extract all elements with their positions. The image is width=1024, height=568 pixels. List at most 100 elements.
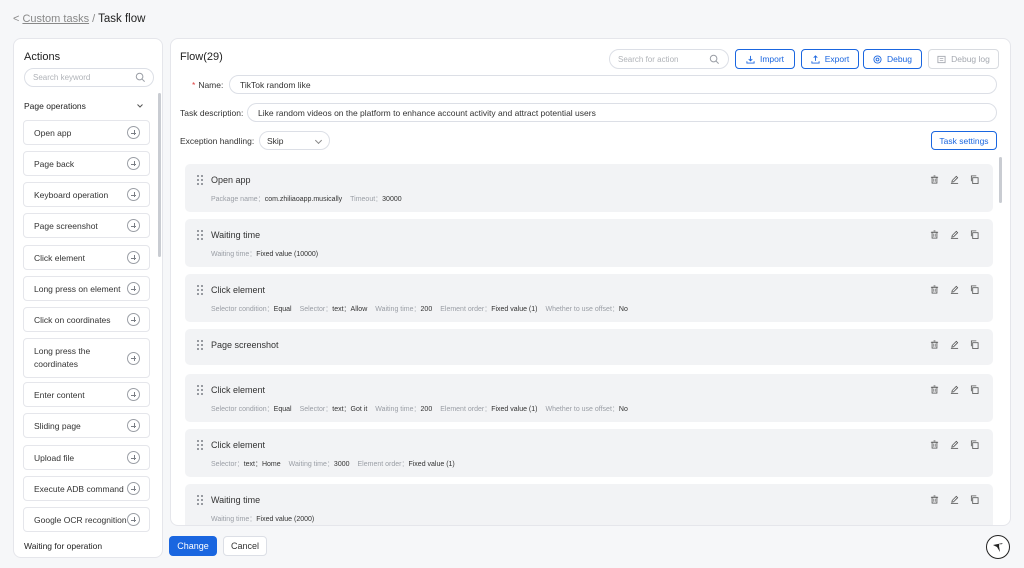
actions-scrollbar[interactable] [158,93,161,257]
add-circle-icon[interactable] [127,388,140,401]
drag-handle-icon[interactable] [197,385,203,396]
drag-handle-icon[interactable] [197,175,203,186]
step-operations [930,440,979,449]
exception-handling-select[interactable]: Skip [259,131,330,150]
delete-icon[interactable] [930,175,939,184]
delete-icon[interactable] [930,440,939,449]
change-button[interactable]: Change [169,536,217,556]
assistant-bird-icon [993,543,1003,552]
flow-step[interactable]: Click element Selector condition：Equal Sel… [185,374,993,422]
drag-handle-icon[interactable] [197,495,203,506]
delete-icon[interactable] [930,285,939,294]
action-item[interactable]: Long press the coordinates [23,338,150,378]
action-item[interactable]: Long press on element [23,276,150,301]
flow-scrollbar[interactable] [999,157,1002,203]
back-chevron-icon[interactable]: < [13,13,19,25]
flow-step[interactable]: Page screenshot [185,329,993,365]
chevron-down-icon [314,136,323,145]
action-item[interactable]: Click element [23,245,150,270]
copy-icon[interactable] [970,340,979,349]
edit-icon[interactable] [950,175,959,184]
add-circle-icon[interactable] [127,451,140,464]
group-page-operations[interactable]: Page operations [24,101,144,111]
step-operations [930,230,979,239]
required-marker: * [192,80,196,90]
param-value: com.zhiliaoapp.musically [264,196,343,203]
action-item[interactable]: Sliding page [23,413,150,438]
search-icon [135,72,145,82]
drag-handle-icon[interactable] [197,285,203,296]
exception-handling-value: Skip [267,136,284,146]
action-search-input[interactable]: Search keyword [24,68,154,87]
add-circle-icon[interactable] [127,419,140,432]
action-item[interactable]: Enter content [23,382,150,407]
add-circle-icon[interactable] [127,251,140,264]
drag-handle-icon[interactable] [197,440,203,451]
add-circle-icon[interactable] [127,482,140,495]
breadcrumb-custom-tasks[interactable]: Custom tasks [22,13,89,25]
name-input[interactable]: TikTok random like [229,75,997,94]
edit-icon[interactable] [950,340,959,349]
add-circle-icon[interactable] [127,219,140,232]
copy-icon[interactable] [970,285,979,294]
add-circle-icon[interactable] [127,188,140,201]
copy-icon[interactable] [970,495,979,504]
step-params: Selector condition：Equal Selector：text：Go… [211,406,628,413]
import-button[interactable]: Import [735,49,795,69]
action-item-label: Execute ADB command [34,483,124,494]
add-circle-icon[interactable] [127,351,140,365]
action-item[interactable]: Upload file [23,445,150,470]
step-params: Package name：com.zhiliaoapp.musically Tim… [211,196,402,203]
copy-icon[interactable] [970,385,979,394]
flow-step[interactable]: Waiting time Waiting time：Fixed value (10… [185,219,993,267]
task-settings-button[interactable]: Task settings [931,131,997,150]
add-circle-icon[interactable] [127,513,140,526]
flow-search-input[interactable]: Search for action [609,49,729,69]
add-circle-icon[interactable] [127,282,140,295]
copy-icon[interactable] [970,230,979,239]
action-item[interactable]: Click on coordinates [23,307,150,332]
edit-icon[interactable] [950,230,959,239]
param-key: Waiting time [375,406,414,413]
add-circle-icon[interactable] [127,313,140,326]
debug-button[interactable]: Debug [863,49,922,69]
step-params: Selector：text：Home Waiting time：3000 Eleme… [211,461,455,468]
group-waiting-for-operation[interactable]: Waiting for operation [24,541,102,551]
edit-icon[interactable] [950,495,959,504]
export-button[interactable]: Export [801,49,859,69]
delete-icon[interactable] [930,230,939,239]
breadcrumb: < Custom tasks / Task flow [13,13,145,25]
action-item-label: Open app [34,127,72,138]
action-item[interactable]: Execute ADB command [23,476,150,501]
flow-step[interactable]: Waiting time Waiting time：Fixed value (20… [185,484,993,525]
action-item[interactable]: Google OCR recognition [23,507,150,532]
cancel-button[interactable]: Cancel [223,536,267,556]
assistant-icon[interactable] [986,535,1010,559]
debug-label: Debug [886,54,913,64]
action-item[interactable]: Keyboard operation [23,182,150,207]
action-item[interactable]: Page back [23,151,150,176]
debug-log-button[interactable]: Debug log [928,49,999,69]
step-params: Waiting time：Fixed value (2000) [211,516,315,523]
add-circle-icon[interactable] [127,157,140,170]
param-key: Element order [440,406,485,413]
edit-icon[interactable] [950,385,959,394]
delete-icon[interactable] [930,340,939,349]
copy-icon[interactable] [970,175,979,184]
exception-handling-label: Exception handling: [180,136,255,146]
flow-step[interactable]: Click element Selector condition：Equal Sel… [185,274,993,322]
copy-icon[interactable] [970,440,979,449]
delete-icon[interactable] [930,495,939,504]
edit-icon[interactable] [950,440,959,449]
action-item[interactable]: Open app [23,120,150,145]
drag-handle-icon[interactable] [197,230,203,241]
flow-step[interactable]: Click element Selector：text：Home Waiting t… [185,429,993,477]
drag-handle-icon[interactable] [197,340,203,351]
task-description-input[interactable]: Like random videos on the platform to en… [247,103,997,122]
flow-step[interactable]: Open app Package name：com.zhiliaoapp.musi… [185,164,993,212]
action-item[interactable]: Page screenshot [23,213,150,238]
add-circle-icon[interactable] [127,126,140,139]
edit-icon[interactable] [950,285,959,294]
param-value: Fixed value (1) [408,461,455,468]
delete-icon[interactable] [930,385,939,394]
